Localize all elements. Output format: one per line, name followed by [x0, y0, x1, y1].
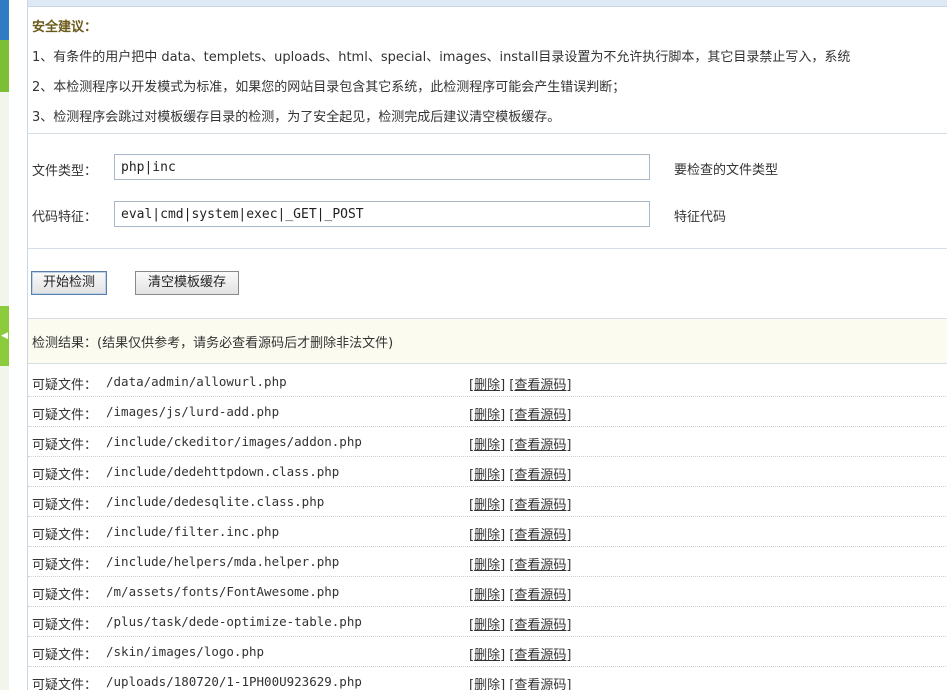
result-row: 可疑文件： /include/ckeditor/images/addon.php [… — [28, 427, 947, 457]
advice-title: 安全建议： — [32, 20, 98, 35]
suspicious-file-label: 可疑文件： — [32, 648, 98, 663]
result-header: 检测结果：(结果仅供参考，请务必查看源码后才删除非法文件) — [28, 319, 947, 364]
delete-link[interactable]: 删除 — [474, 528, 500, 543]
delete-link[interactable]: 删除 — [474, 648, 500, 663]
suspicious-file-path: /include/dedesqlite.class.php — [106, 494, 325, 509]
scan-form: 文件类型： 要检查的文件类型 代码特征： 特征代码 — [28, 134, 947, 249]
result-row: 可疑文件： /include/helpers/mda.helper.php [删除]… — [28, 547, 947, 577]
result-row: 可疑文件： /include/dedesqlite.class.php [删除] [… — [28, 487, 947, 517]
advice-line: 3、检测程序会跳过对模板缓存目录的检测，为了安全起见，检测完成后建议清空模板缓存… — [32, 110, 561, 125]
result-header-text: 检测结果：(结果仅供参考，请务必查看源码后才删除非法文件) — [32, 336, 394, 351]
result-row: 可疑文件： /m/assets/fonts/FontAwesome.php [删除]… — [28, 577, 947, 607]
filetype-label: 文件类型： — [32, 164, 98, 179]
row-actions: [删除] [查看源码] — [469, 468, 572, 483]
view-source-link[interactable]: 查看源码 — [514, 438, 566, 453]
suspicious-file-path: /include/filter.inc.php — [106, 524, 280, 539]
row-actions: [删除] [查看源码] — [469, 588, 572, 603]
suspicious-file-label: 可疑文件： — [32, 618, 98, 633]
suspicious-file-label: 可疑文件： — [32, 408, 98, 423]
suspicious-file-path: /include/helpers/mda.helper.php — [106, 554, 340, 569]
view-source-link[interactable]: 查看源码 — [514, 378, 566, 393]
main-panel: 安全建议： 1、有条件的用户把中 data、templets、uploads、h… — [27, 0, 947, 690]
view-source-link[interactable]: 查看源码 — [514, 408, 566, 423]
start-scan-button[interactable]: 开始检测 — [31, 271, 107, 295]
view-source-link[interactable]: 查看源码 — [514, 648, 566, 663]
delete-link[interactable]: 删除 — [474, 498, 500, 513]
suspicious-file-path: /plus/task/dede-optimize-table.php — [106, 614, 362, 629]
suspicious-file-path: /include/ckeditor/images/addon.php — [106, 434, 362, 449]
view-source-link[interactable]: 查看源码 — [514, 618, 566, 633]
result-row: 可疑文件： /skin/images/logo.php [删除] [查看源码] — [28, 637, 947, 667]
suspicious-file-label: 可疑文件： — [32, 678, 98, 690]
suspicious-file-label: 可疑文件： — [32, 588, 98, 603]
filetype-input[interactable] — [114, 154, 650, 180]
sidebar-green-segment — [0, 40, 9, 92]
row-actions: [删除] [查看源码] — [469, 528, 572, 543]
suspicious-file-path: /images/js/lurd-add.php — [106, 404, 280, 419]
delete-link[interactable]: 删除 — [474, 558, 500, 573]
suspicious-file-path: /m/assets/fonts/FontAwesome.php — [106, 584, 340, 599]
result-row: 可疑文件： /images/js/lurd-add.php [删除] [查看源码] — [28, 397, 947, 427]
top-header-bar — [28, 0, 947, 7]
security-advice: 安全建议： 1、有条件的用户把中 data、templets、uploads、h… — [28, 7, 947, 134]
suspicious-file-label: 可疑文件： — [32, 438, 98, 453]
sidebar-blue-segment — [0, 0, 9, 40]
suspicious-file-path: /data/admin/allowurl.php — [106, 374, 287, 389]
row-actions: [删除] [查看源码] — [469, 408, 572, 423]
view-source-link[interactable]: 查看源码 — [514, 558, 566, 573]
result-row: 可疑文件： /data/admin/allowurl.php [删除] [查看源码] — [28, 367, 947, 397]
delete-link[interactable]: 删除 — [474, 378, 500, 393]
sidebar-collapse-handle[interactable]: ◀ — [0, 306, 9, 366]
row-actions: [删除] [查看源码] — [469, 378, 572, 393]
delete-link[interactable]: 删除 — [474, 438, 500, 453]
suspicious-file-label: 可疑文件： — [32, 378, 98, 393]
row-actions: [删除] [查看源码] — [469, 648, 572, 663]
result-row: 可疑文件： /plus/task/dede-optimize-table.php [… — [28, 607, 947, 637]
left-sidebar-strip: ◀ — [0, 0, 9, 690]
suspicious-file-label: 可疑文件： — [32, 468, 98, 483]
suspicious-file-path: /skin/images/logo.php — [106, 644, 265, 659]
result-list: 可疑文件： /data/admin/allowurl.php [删除] [查看源码]… — [28, 367, 947, 690]
code-signature-input[interactable] — [114, 201, 650, 227]
code-signature-label: 代码特征： — [32, 210, 98, 225]
row-actions: [删除] [查看源码] — [469, 558, 572, 573]
delete-link[interactable]: 删除 — [474, 678, 500, 690]
view-source-link[interactable]: 查看源码 — [514, 468, 566, 483]
delete-link[interactable]: 删除 — [474, 618, 500, 633]
suspicious-file-path: /include/dedehttpdown.class.php — [106, 464, 340, 479]
result-row: 可疑文件： /include/dedehttpdown.class.php [删除]… — [28, 457, 947, 487]
suspicious-file-label: 可疑文件： — [32, 498, 98, 513]
view-source-link[interactable]: 查看源码 — [514, 588, 566, 603]
advice-line: 1、有条件的用户把中 data、templets、uploads、html、sp… — [32, 50, 851, 65]
suspicious-file-label: 可疑文件： — [32, 558, 98, 573]
clear-template-cache-button[interactable]: 清空模板缓存 — [135, 271, 239, 295]
suspicious-file-path: /uploads/180720/1-1PH00U923629.php — [106, 674, 362, 689]
advice-line: 2、本检测程序以开发模式为标准，如果您的网站目录包含其它系统，此检测程序可能会产… — [32, 80, 626, 95]
view-source-link[interactable]: 查看源码 — [514, 498, 566, 513]
result-row: 可疑文件： /include/filter.inc.php [删除] [查看源码] — [28, 517, 947, 547]
row-actions: [删除] [查看源码] — [469, 674, 571, 690]
caret-left-icon: ◀ — [1, 331, 8, 341]
row-actions: [删除] [查看源码] — [469, 498, 572, 513]
row-actions: [删除] [查看源码] — [469, 438, 572, 453]
code-signature-hint: 特征代码 — [674, 210, 727, 225]
view-source-link[interactable]: 查看源码 — [514, 678, 566, 690]
suspicious-file-label: 可疑文件： — [32, 528, 98, 543]
filetype-hint: 要检查的文件类型 — [674, 163, 779, 178]
delete-link[interactable]: 删除 — [474, 468, 500, 483]
delete-link[interactable]: 删除 — [474, 408, 500, 423]
delete-link[interactable]: 删除 — [474, 588, 500, 603]
view-source-link[interactable]: 查看源码 — [514, 528, 566, 543]
action-buttons: 开始检测 清空模板缓存 — [28, 249, 947, 319]
row-actions: [删除] [查看源码] — [469, 618, 572, 633]
result-row: 可疑文件： /uploads/180720/1-1PH00U923629.php [… — [28, 667, 947, 690]
